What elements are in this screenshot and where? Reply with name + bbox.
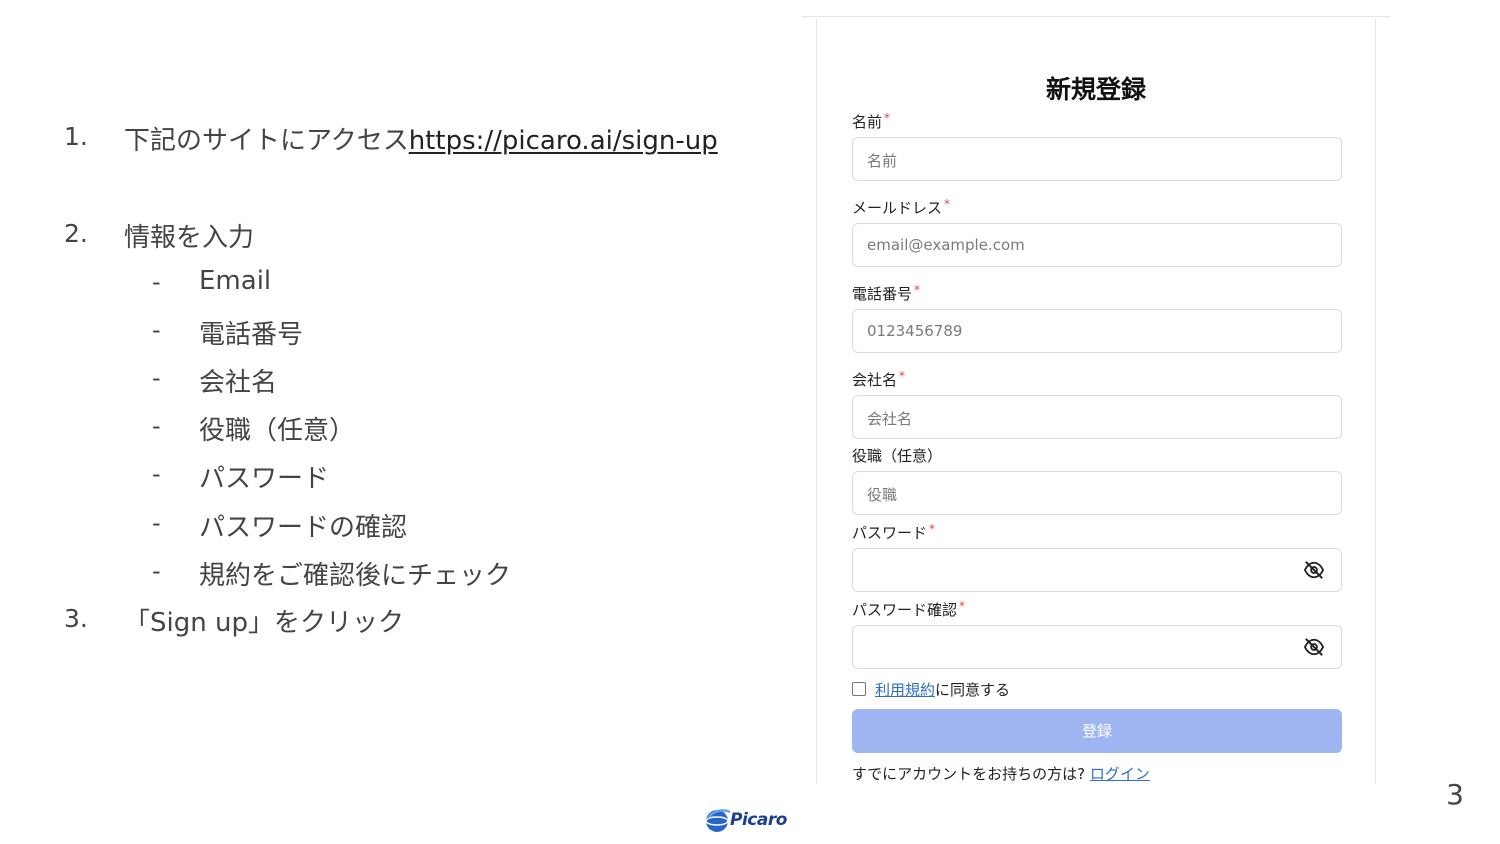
step-2-text: 情報を入力 [124,223,255,253]
step-2-item: 規約をご確認後にチェック [199,561,512,591]
step-2-item: 電話番号 [199,320,304,350]
bullet-dash: - [152,412,161,440]
terms-agreement: 利用規約に同意する [875,681,1011,699]
terms-checkbox[interactable] [852,682,866,696]
step-3-number: 3. [64,604,88,633]
terms-link[interactable]: 利用規約 [875,681,935,699]
step-2-number: 2. [64,219,88,248]
picaro-logo: Picaro [704,806,800,836]
bullet-dash: - [152,460,161,488]
name-input[interactable]: 名前 [852,137,1342,181]
company-input[interactable]: 会社名 [852,395,1342,439]
position-input[interactable]: 役職 [852,471,1342,515]
instruction-list: 1. 下記のサイトにアクセスhttps://picaro.ai/sign-up … [0,0,780,700]
phone-placeholder: 0123456789 [867,322,963,340]
signup-url-link[interactable]: https://picaro.ai/sign-up [409,126,718,156]
screenshot-top-border [802,16,1390,17]
email-input[interactable]: email@example.com [852,223,1342,267]
login-link[interactable]: ログイン [1090,765,1150,783]
register-button[interactable]: 登録 [852,709,1342,753]
company-placeholder: 会社名 [867,410,913,428]
bullet-dash: - [152,557,161,585]
email-label: メールドレス * [852,197,951,217]
signup-form-card: 新規登録 名前 * 名前 メールドレス * email@example.com 電話… [816,18,1376,784]
password-label: パスワード * [852,522,936,542]
step-1-number: 1. [64,122,88,151]
password-confirm-input[interactable] [852,625,1342,669]
step-2-item: 役職（任意） [199,416,356,446]
form-title: 新規登録 [1045,75,1146,104]
eye-off-icon[interactable] [1303,637,1325,657]
step-1-text: 下記のサイトにアクセス [124,126,409,156]
bullet-dash: - [152,364,161,392]
login-prompt: すでにアカウントをお持ちの方は? ログイン [852,765,1150,783]
password-confirm-label: パスワード確認 * [852,599,966,619]
logo-text: Picaro [730,810,787,830]
name-placeholder: 名前 [867,152,898,170]
position-label: 役職（任意） [852,447,943,465]
phone-label: 電話番号 * [852,283,921,303]
page-number: 3 [1446,778,1464,811]
bullet-dash: - [152,509,161,537]
bullet-dash: - [152,316,161,344]
password-input[interactable] [852,548,1342,592]
globe-icon [705,809,731,832]
name-label: 名前 * [852,111,891,131]
eye-off-icon[interactable] [1303,560,1325,580]
step-1: 下記のサイトにアクセスhttps://picaro.ai/sign-up [124,120,718,157]
step-2-item: パスワードの確認 [199,513,408,543]
step-3-text: 「Sign up」をクリック [124,608,404,638]
email-placeholder: email@example.com [867,236,1025,254]
step-2-item: Email [199,266,272,296]
step-2-item: パスワード [199,464,330,494]
step-2-item: 会社名 [199,368,278,398]
position-placeholder: 役職 [867,486,898,504]
phone-input[interactable]: 0123456789 [852,309,1342,353]
bullet-dash: - [152,268,161,296]
company-label: 会社名 * [852,369,906,389]
